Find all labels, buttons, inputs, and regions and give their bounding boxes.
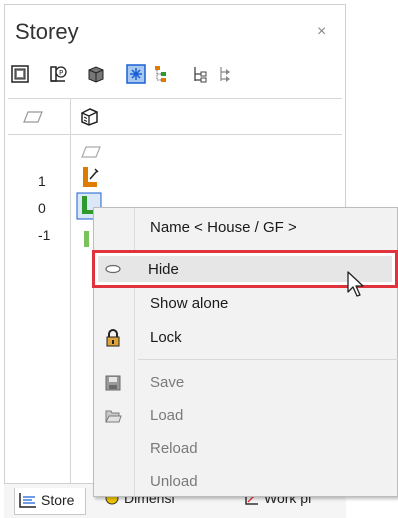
storey-parameter-icon[interactable]: P [48,64,68,84]
panel-title: Storey [15,19,79,44]
save-icon [105,375,121,391]
menu-separator [138,359,398,360]
roof-plane-icon [81,146,101,158]
menu-item-load[interactable]: Load [94,400,398,432]
storey-level-1[interactable]: 1 [38,173,46,189]
menu-item-lock-label: Lock [150,329,182,346]
hide-eye-icon [105,264,121,274]
menu-item-reload[interactable]: Reload [94,433,398,465]
menu-item-show-alone-label: Show alone [150,295,229,312]
menu-item-name-label: Name < House / GF > [150,219,297,236]
menu-item-reload-label: Reload [150,440,198,457]
hierarchy-icon[interactable] [152,64,172,84]
collapse-icon[interactable] [190,64,210,84]
menu-item-lock[interactable]: Lock [94,322,398,354]
storey-level-0[interactable]: 0 [38,200,46,216]
menu-item-unload-label: Unload [150,473,198,490]
menu-item-save-label: Save [150,374,185,391]
menu-item-load-label: Load [150,407,184,424]
storey-properties-icon[interactable] [10,64,30,84]
selection-icon[interactable] [126,64,146,84]
storey-1-icon[interactable] [80,165,100,189]
svg-text:P: P [59,69,63,77]
storey-model-icon[interactable] [78,107,100,127]
tab-storey-label: Store [41,492,75,508]
lock-icon [106,329,120,347]
expand-icon[interactable] [216,64,236,84]
menu-item-hide-label: Hide [148,261,179,278]
menu-item-unload[interactable]: Unload [94,466,398,498]
mouse-pointer-icon [347,271,364,297]
storey-tab-icon [19,493,36,508]
storey-list-header [8,99,342,135]
column-divider [70,99,71,484]
close-button[interactable]: × [317,23,326,41]
menu-item-save[interactable]: Save [94,367,398,399]
open-folder-icon [105,410,122,423]
storey-3d-icon[interactable] [86,64,106,84]
floor-plane-icon [23,111,43,123]
menu-item-name[interactable]: Name < House / GF > [94,212,398,244]
tab-storey[interactable]: Store [14,488,86,515]
storey-level-minus-1[interactable]: -1 [38,227,50,243]
